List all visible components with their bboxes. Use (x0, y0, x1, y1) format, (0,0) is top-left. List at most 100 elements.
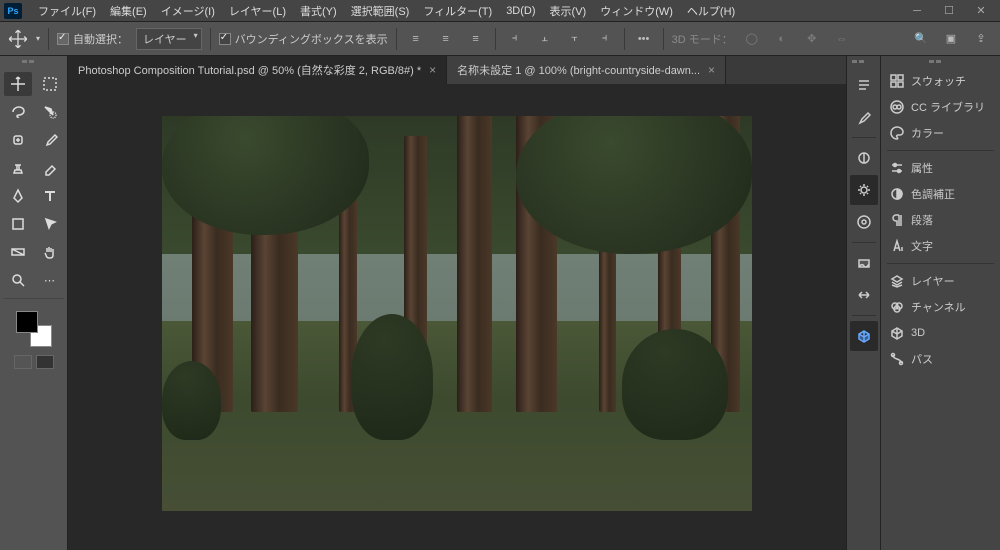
clone-stamp-tool[interactable] (4, 156, 32, 180)
more-options-icon[interactable]: ••• (633, 28, 655, 50)
align-center-v-icon[interactable]: ⫠ (534, 28, 556, 50)
menubar: Ps ファイル(F) 編集(E) イメージ(I) レイヤー(L) 書式(Y) 選… (0, 0, 1000, 22)
auto-select-target[interactable]: レイヤー (136, 28, 202, 50)
adjustments-panel-icon[interactable] (850, 143, 878, 173)
menu-file[interactable]: ファイル(F) (32, 1, 102, 21)
history-panel-icon[interactable] (850, 70, 878, 100)
quick-select-tool[interactable] (36, 100, 64, 124)
menu-view[interactable]: 表示(V) (544, 1, 593, 21)
color-wells[interactable] (16, 311, 52, 347)
align-bottom-icon[interactable]: ⫟ (564, 28, 586, 50)
auto-select-label: 自動選択： (73, 31, 128, 47)
character-icon (889, 238, 905, 254)
panel-properties[interactable]: 属性 (881, 155, 1000, 181)
toolbox-handle[interactable] (22, 60, 46, 64)
panel-layers[interactable]: レイヤー (881, 268, 1000, 294)
menu-window[interactable]: ウィンドウ(W) (594, 1, 679, 21)
window-minimize[interactable]: ─ (902, 1, 932, 21)
window-close[interactable]: ✕ (966, 1, 996, 21)
actions-panel-icon[interactable] (850, 280, 878, 310)
search-icon[interactable]: 🔍 (910, 28, 932, 50)
healing-tool[interactable] (4, 128, 32, 152)
3d-roll-icon: ◐ (771, 28, 793, 50)
brush-panel-icon[interactable] (850, 102, 878, 132)
panel-adjustments[interactable]: 色調補正 (881, 181, 1000, 207)
mode-3d-label: 3D モード： (672, 31, 733, 47)
3d-pan-icon: ✥ (801, 28, 823, 50)
layers-icon (889, 273, 905, 289)
move-tool-icon[interactable] (8, 29, 28, 49)
menu-edit[interactable]: 編集(E) (104, 1, 153, 21)
panel-paths[interactable]: パス (881, 346, 1000, 372)
type-tool[interactable] (36, 184, 64, 208)
document-tabs: Photoshop Composition Tutorial.psd @ 50%… (68, 56, 846, 84)
marquee-tool[interactable] (36, 72, 64, 96)
align-top-icon[interactable]: ⫞ (504, 28, 526, 50)
align-left-icon[interactable]: ≡ (405, 28, 427, 50)
window-maximize[interactable]: ☐ (934, 1, 964, 21)
document-tab-1[interactable]: Photoshop Composition Tutorial.psd @ 50%… (68, 56, 447, 84)
distribute-icon[interactable]: ⫞ (594, 28, 616, 50)
options-bar: ▾ 自動選択： レイヤー バウンディングボックスを表示 ≡ ≡ ≡ ⫞ ⫠ ⫟ … (0, 22, 1000, 56)
tab-title: 名称未設定 1 @ 100% (bright-countryside-dawn.… (457, 62, 700, 78)
panel-paragraph[interactable]: 段落 (881, 207, 1000, 233)
menu-image[interactable]: イメージ(I) (155, 1, 221, 21)
panel-swatches[interactable]: スウォッチ (881, 68, 1000, 94)
properties-panel-icon[interactable] (850, 175, 878, 205)
align-center-h-icon[interactable]: ≡ (435, 28, 457, 50)
bounding-box-label: バウンディングボックスを表示 (235, 31, 388, 47)
panels-handle[interactable] (929, 60, 953, 64)
edit-toolbar[interactable]: ⋯ (36, 268, 64, 292)
quick-mask-toggle[interactable] (14, 355, 54, 369)
canvas[interactable] (162, 116, 752, 511)
move-tool[interactable] (4, 72, 32, 96)
path-select-tool[interactable] (36, 212, 64, 236)
hand-tool[interactable] (36, 240, 64, 264)
swatches-icon (889, 73, 905, 89)
close-icon[interactable]: × (429, 63, 436, 77)
eraser-tool[interactable] (36, 156, 64, 180)
styles-panel-icon[interactable] (850, 207, 878, 237)
contrast-icon (889, 186, 905, 202)
menu-3d[interactable]: 3D(D) (500, 3, 541, 19)
panel-color[interactable]: カラー (881, 120, 1000, 146)
path-icon (889, 351, 905, 367)
navigator-panel-icon[interactable] (850, 248, 878, 278)
3d-panel-icon[interactable] (850, 321, 878, 351)
align-right-icon[interactable]: ≡ (465, 28, 487, 50)
pilcrow-icon (889, 212, 905, 228)
foreground-color[interactable] (16, 311, 38, 333)
close-icon[interactable]: × (708, 63, 715, 77)
cc-icon (889, 99, 905, 115)
menu-type[interactable]: 書式(Y) (294, 1, 343, 21)
chevron-down-icon[interactable]: ▾ (36, 34, 40, 43)
workspace: Photoshop Composition Tutorial.psd @ 50%… (68, 56, 846, 550)
panel-channels[interactable]: チャンネル (881, 294, 1000, 320)
cube-icon (889, 325, 905, 341)
3d-orbit-icon: ◯ (741, 28, 763, 50)
bounding-box-checkbox[interactable]: バウンディングボックスを表示 (219, 31, 388, 47)
palette-icon (889, 125, 905, 141)
share-icon[interactable]: ⇪ (970, 28, 992, 50)
gradient-tool[interactable] (4, 240, 32, 264)
zoom-tool[interactable] (4, 268, 32, 292)
3d-slide-icon: ⇔ (831, 28, 853, 50)
menu-help[interactable]: ヘルプ(H) (681, 1, 741, 21)
panel-character[interactable]: 文字 (881, 233, 1000, 259)
tab-title: Photoshop Composition Tutorial.psd @ 50%… (78, 62, 421, 78)
panel-cclibraries[interactable]: CC ライブラリ (881, 94, 1000, 120)
menu-layer[interactable]: レイヤー(L) (223, 1, 292, 21)
frame-icon[interactable]: ▣ (940, 28, 962, 50)
iconstrip-handle[interactable] (852, 60, 876, 64)
auto-select-checkbox[interactable]: 自動選択： (57, 31, 128, 47)
sliders-icon (889, 160, 905, 176)
panel-3d[interactable]: 3D (881, 320, 1000, 346)
brush-tool[interactable] (36, 128, 64, 152)
lasso-tool[interactable] (4, 100, 32, 124)
menu-select[interactable]: 選択範囲(S) (345, 1, 416, 21)
document-tab-2[interactable]: 名称未設定 1 @ 100% (bright-countryside-dawn.… (447, 56, 726, 84)
pen-tool[interactable] (4, 184, 32, 208)
shape-tool[interactable] (4, 212, 32, 236)
menu-filter[interactable]: フィルター(T) (417, 1, 498, 21)
canvas-area[interactable] (68, 84, 846, 550)
